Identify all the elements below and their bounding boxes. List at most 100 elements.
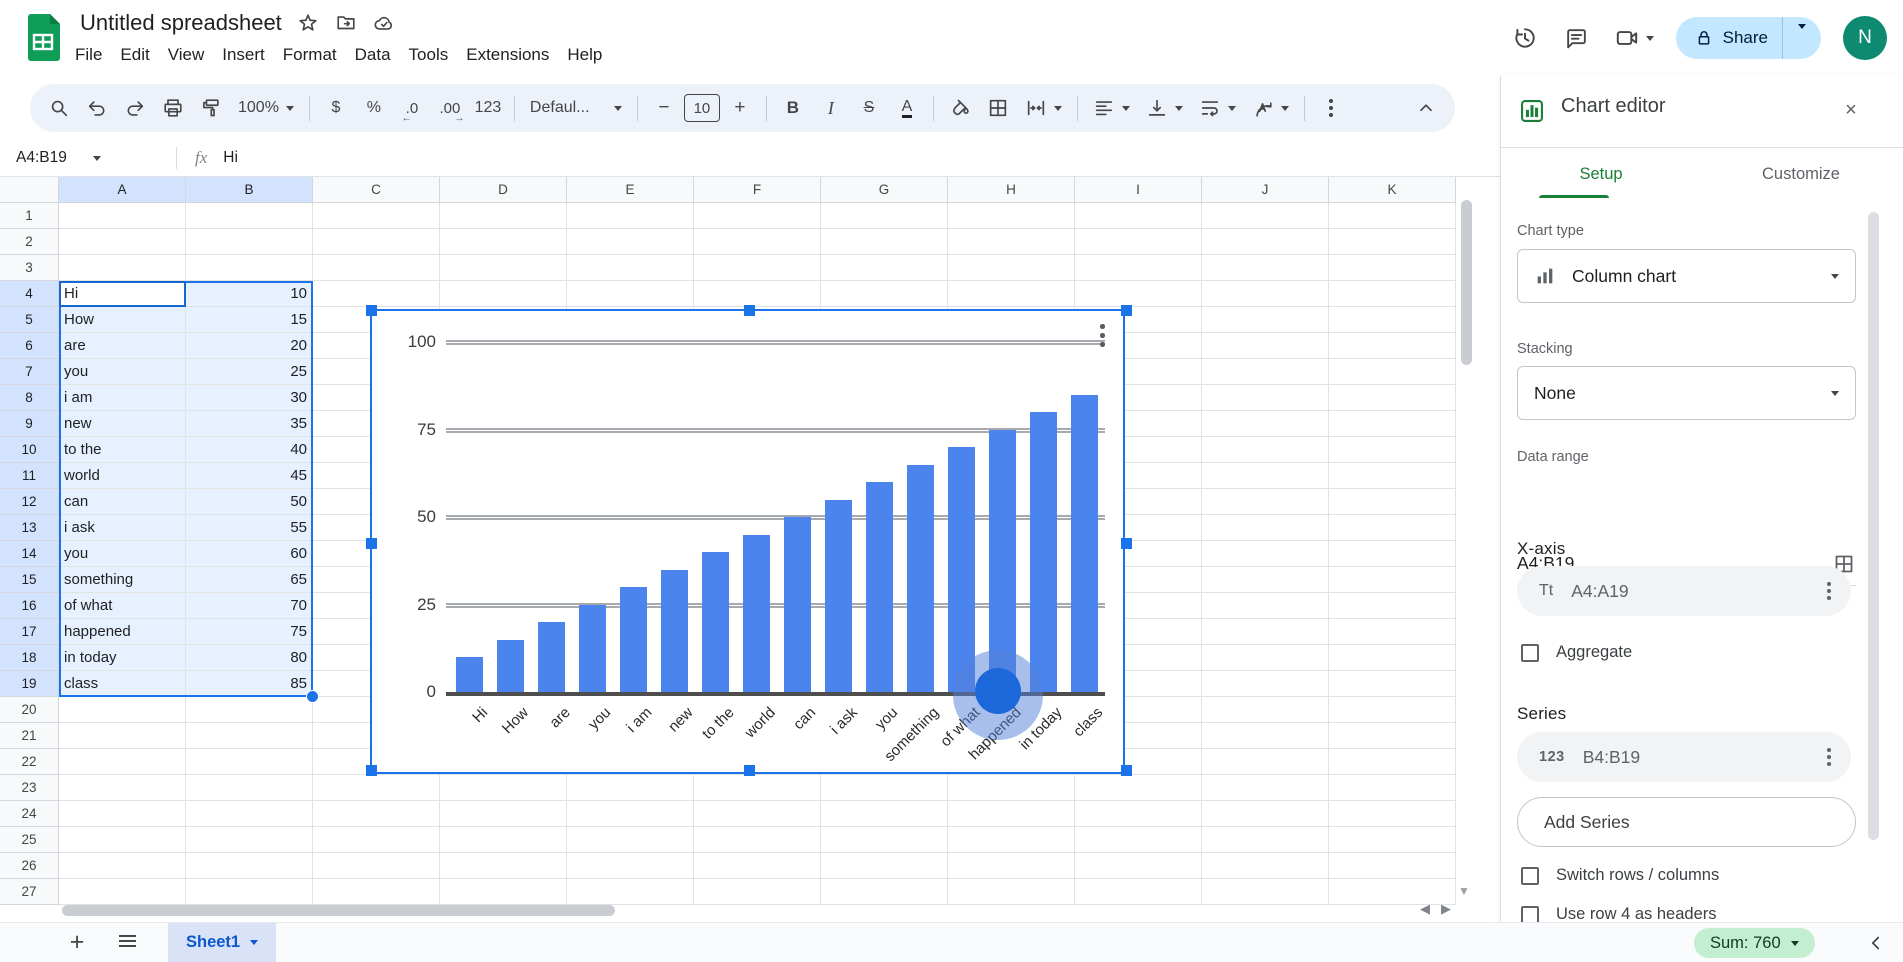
cell-I4[interactable] (1075, 281, 1202, 307)
row-header-16[interactable]: 16 (0, 593, 59, 619)
cell-E23[interactable] (567, 775, 694, 801)
column-header-K[interactable]: K (1329, 177, 1456, 203)
cell-B3[interactable] (186, 255, 313, 281)
cell-I24[interactable] (1075, 801, 1202, 827)
cell-A15[interactable]: something (59, 567, 186, 593)
cell-B1[interactable] (186, 203, 313, 229)
comments-icon[interactable] (1562, 23, 1592, 53)
cell-K3[interactable] (1329, 255, 1456, 281)
cell-K24[interactable] (1329, 801, 1456, 827)
undo-icon[interactable] (78, 89, 116, 127)
document-title[interactable]: Untitled spreadsheet (80, 10, 282, 36)
cell-C1[interactable] (313, 203, 440, 229)
cell-K10[interactable] (1329, 437, 1456, 463)
row-header-7[interactable]: 7 (0, 359, 59, 385)
aggregate-checkbox[interactable] (1521, 644, 1539, 662)
select-all-corner[interactable] (0, 177, 59, 203)
cell-J7[interactable] (1202, 359, 1329, 385)
cell-E2[interactable] (567, 229, 694, 255)
cell-J21[interactable] (1202, 723, 1329, 749)
row-header-10[interactable]: 10 (0, 437, 59, 463)
chart-resize-handle[interactable] (1121, 538, 1132, 549)
row-header-4[interactable]: 4 (0, 281, 59, 307)
row-header-20[interactable]: 20 (0, 697, 59, 723)
menu-edit[interactable]: Edit (111, 40, 158, 70)
cell-I26[interactable] (1075, 853, 1202, 879)
embedded-chart[interactable]: 0255075100HiHowareyoui amnewto theworldc… (370, 309, 1125, 774)
cell-K2[interactable] (1329, 229, 1456, 255)
cell-H3[interactable] (948, 255, 1075, 281)
cell-J3[interactable] (1202, 255, 1329, 281)
menu-data[interactable]: Data (346, 40, 400, 70)
share-dropdown[interactable] (1783, 29, 1821, 47)
cell-B27[interactable] (186, 879, 313, 905)
close-icon[interactable]: × (1837, 96, 1865, 124)
share-button[interactable]: Share (1676, 17, 1821, 59)
series-menu-icon[interactable] (1821, 742, 1837, 772)
cell-K16[interactable] (1329, 593, 1456, 619)
cell-G23[interactable] (821, 775, 948, 801)
cell-K6[interactable] (1329, 333, 1456, 359)
cell-A16[interactable]: of what (59, 593, 186, 619)
chart-resize-handle[interactable] (366, 305, 377, 316)
cell-K11[interactable] (1329, 463, 1456, 489)
tab-setup[interactable]: Setup (1501, 148, 1701, 201)
cell-J14[interactable] (1202, 541, 1329, 567)
cell-A26[interactable] (59, 853, 186, 879)
cell-A7[interactable]: you (59, 359, 186, 385)
chart-resize-handle[interactable] (1121, 305, 1132, 316)
aggregate-option[interactable]: Aggregate (1521, 643, 1632, 662)
cell-A20[interactable] (59, 697, 186, 723)
cell-K8[interactable] (1329, 385, 1456, 411)
cell-G24[interactable] (821, 801, 948, 827)
fill-handle[interactable] (306, 690, 319, 703)
font-size-input[interactable]: 10 (683, 89, 721, 127)
cell-K14[interactable] (1329, 541, 1456, 567)
cell-J8[interactable] (1202, 385, 1329, 411)
cell-J15[interactable] (1202, 567, 1329, 593)
cell-B11[interactable]: 45 (186, 463, 313, 489)
column-header-F[interactable]: F (694, 177, 821, 203)
cell-A22[interactable] (59, 749, 186, 775)
cell-J13[interactable] (1202, 515, 1329, 541)
search-icon[interactable] (40, 89, 78, 127)
cell-B5[interactable]: 15 (186, 307, 313, 333)
cell-E1[interactable] (567, 203, 694, 229)
cell-A5[interactable]: How (59, 307, 186, 333)
row-header-8[interactable]: 8 (0, 385, 59, 411)
tab-customize[interactable]: Customize (1701, 148, 1901, 201)
cell-A27[interactable] (59, 879, 186, 905)
cell-J26[interactable] (1202, 853, 1329, 879)
cell-J17[interactable] (1202, 619, 1329, 645)
row-header-15[interactable]: 15 (0, 567, 59, 593)
column-header-J[interactable]: J (1202, 177, 1329, 203)
cell-J4[interactable] (1202, 281, 1329, 307)
row-header-6[interactable]: 6 (0, 333, 59, 359)
cell-F3[interactable] (694, 255, 821, 281)
cell-J6[interactable] (1202, 333, 1329, 359)
cell-C2[interactable] (313, 229, 440, 255)
scroll-right-icon[interactable]: ▶ (1441, 901, 1451, 917)
cell-H27[interactable] (948, 879, 1075, 905)
column-header-B[interactable]: B (186, 177, 313, 203)
cell-F26[interactable] (694, 853, 821, 879)
cell-J9[interactable] (1202, 411, 1329, 437)
cell-I2[interactable] (1075, 229, 1202, 255)
cell-E24[interactable] (567, 801, 694, 827)
cell-C3[interactable] (313, 255, 440, 281)
fill-color-icon[interactable] (941, 89, 979, 127)
sheets-logo-icon[interactable] (24, 12, 62, 62)
row-header-12[interactable]: 12 (0, 489, 59, 515)
increase-font-size-button[interactable]: + (721, 89, 759, 127)
cell-E26[interactable] (567, 853, 694, 879)
cell-J1[interactable] (1202, 203, 1329, 229)
cell-H2[interactable] (948, 229, 1075, 255)
cell-K20[interactable] (1329, 697, 1456, 723)
cell-C23[interactable] (313, 775, 440, 801)
row-header-11[interactable]: 11 (0, 463, 59, 489)
cell-B24[interactable] (186, 801, 313, 827)
cell-J27[interactable] (1202, 879, 1329, 905)
cell-I27[interactable] (1075, 879, 1202, 905)
sum-badge[interactable]: Sum: 760 (1694, 928, 1815, 958)
cell-F2[interactable] (694, 229, 821, 255)
